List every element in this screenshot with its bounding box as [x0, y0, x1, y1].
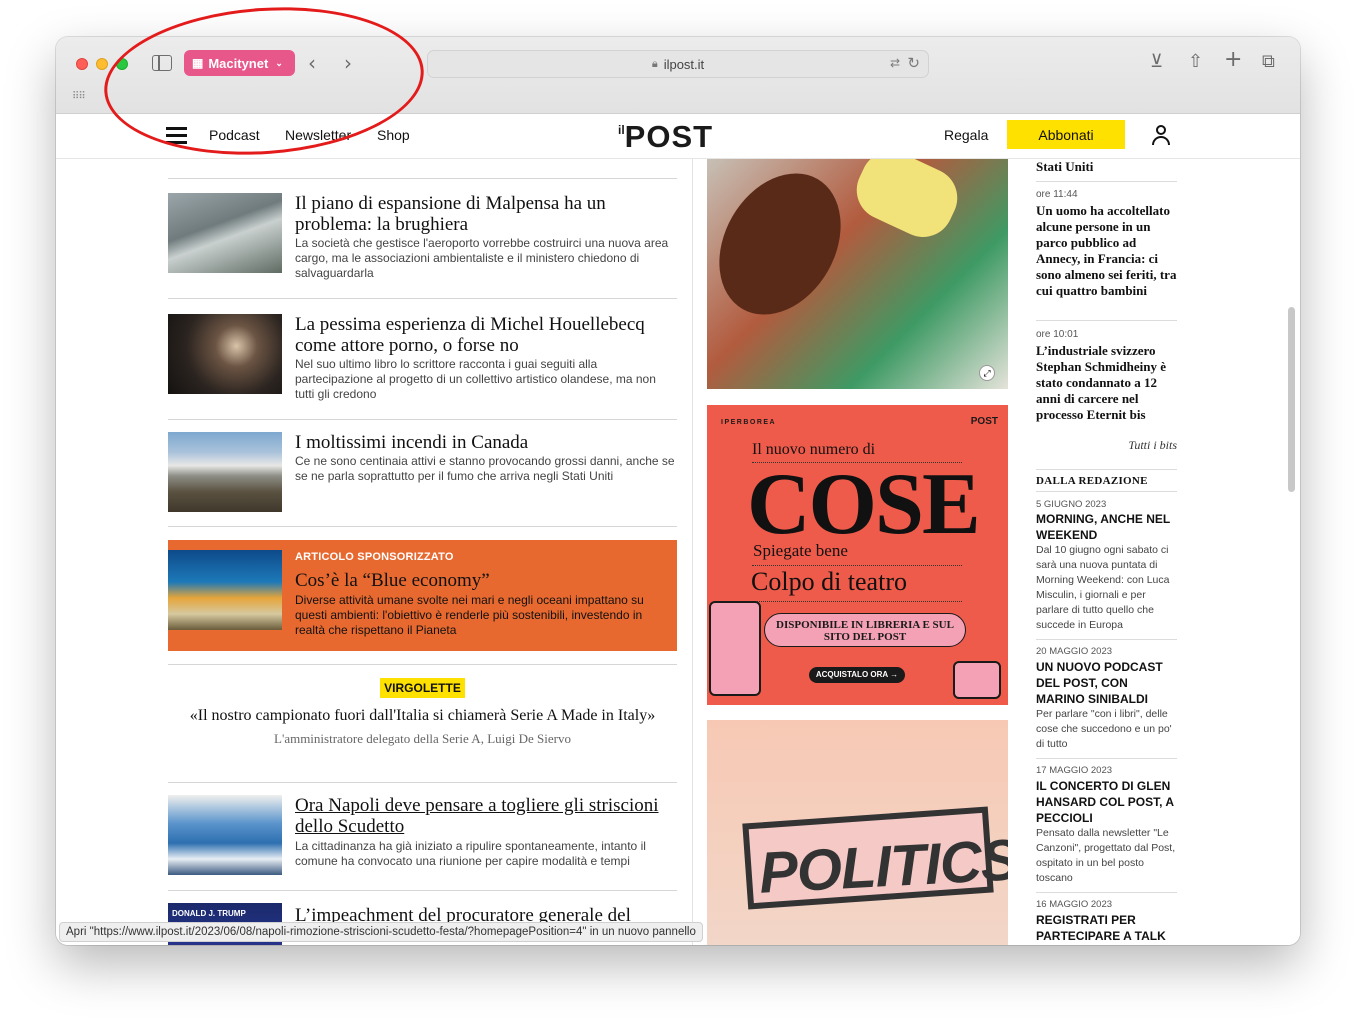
bit-time: ore 10:01	[1036, 329, 1079, 340]
page-scrollbar[interactable]	[1288, 307, 1295, 492]
user-icon[interactable]	[1150, 124, 1172, 146]
divider	[168, 419, 677, 420]
redazione-title[interactable]: UN NUOVO PODCAST DEL POST, CON MARINO SI…	[1036, 659, 1177, 707]
redazione-title[interactable]: MORNING, ANCHE NEL WEEKEND	[1036, 511, 1177, 543]
tab-overview-icon[interactable]: ⧉	[1262, 51, 1275, 72]
virgolette-badge: VIRGOLETTE	[380, 678, 465, 698]
page-content: Il piano di espansione di Malpensa ha un…	[56, 159, 1300, 945]
reload-icon[interactable]: ↻	[907, 54, 920, 72]
article-title[interactable]: La pessima esperienza di Michel Houelleb…	[295, 314, 677, 356]
article-thumbnail[interactable]	[168, 193, 282, 273]
redazione-title[interactable]: IL CONCERTO DI GLEN HANSARD COL POST, A …	[1036, 778, 1177, 826]
browser-window: ▦ Macitynet ⌄ ‹ › 🔒︎ ilpost.it ⇄ ↻ ⊻ ⇧ +…	[56, 37, 1300, 945]
article-description: Nel suo ultimo libro lo scrittore raccon…	[295, 357, 656, 401]
article-thumbnail[interactable]	[168, 432, 282, 512]
illustration	[709, 601, 761, 696]
article-thumbnail[interactable]	[168, 795, 282, 875]
sponsored-article[interactable]: ARTICOLO SPONSORIZZATO Cos’è la “Blue ec…	[168, 540, 677, 651]
ad-cose-spiegate-bene[interactable]: IPERBOREA POST Il nuovo numero di COSE S…	[707, 405, 1008, 705]
redazione-description: Per parlare "con i libri", delle cose ch…	[1036, 708, 1172, 750]
dalla-redazione-heading: DALLA REDAZIONE	[1036, 475, 1148, 487]
lock-icon: 🔒︎	[651, 57, 658, 70]
regala-link[interactable]: Regala	[944, 127, 988, 143]
new-tab-icon[interactable]: +	[1224, 47, 1242, 72]
availability-pill: DISPONIBILE IN LIBRERIA E SUL SITO DEL P…	[764, 613, 966, 647]
address-bar[interactable]: 🔒︎ ilpost.it ⇄ ↻	[427, 50, 929, 78]
article-thumbnail[interactable]	[168, 314, 282, 394]
downloads-icon[interactable]: ⊻	[1150, 51, 1163, 72]
tutti-i-bits-link[interactable]: Tutti i bits	[1128, 438, 1177, 453]
site-logo[interactable]: ilPOST	[618, 119, 713, 155]
minimize-window-button[interactable]	[96, 58, 108, 70]
ad-video-banner[interactable]: ⤢	[707, 159, 1008, 389]
quote-author: L'amministratore delegato della Serie A,…	[274, 731, 571, 746]
column-divider	[692, 159, 693, 945]
divider	[168, 890, 677, 891]
quote-text[interactable]: «Il nostro campionato fuori dall'Italia …	[168, 706, 677, 726]
mute-icon[interactable]: ⤢	[979, 365, 995, 381]
article-title[interactable]: Cos’è la “Blue economy”	[295, 570, 490, 592]
article-title[interactable]: I moltissimi incendi in Canada	[295, 432, 677, 453]
bit-title[interactable]: L’industriale svizzero Stephan Schmidhei…	[1036, 343, 1177, 423]
article-description: Diverse attività umane svolte nei mari e…	[295, 593, 644, 637]
acquistalo-button[interactable]: ACQUISTALO ORA →	[809, 667, 905, 683]
divider	[168, 782, 677, 783]
nav-shop[interactable]: Shop	[377, 127, 410, 143]
redazione-description: Pensato dalla newsletter "Le Canzoni", p…	[1036, 827, 1176, 884]
quote-block[interactable]: VIRGOLETTE «Il nostro campionato fuori d…	[168, 664, 677, 782]
bit-time: ore 11:44	[1036, 189, 1078, 200]
article-title[interactable]: Ora Napoli deve pensare a togliere gli s…	[295, 795, 677, 837]
divider	[168, 178, 677, 179]
article-description: La cittadinanza ha già iniziato a ripuli…	[295, 839, 646, 868]
redazione-description: Dal 10 giugno ogni sabato ci sarà una nu…	[1036, 544, 1170, 631]
url-text: ilpost.it	[663, 56, 705, 72]
article-description: La società che gestisce l'aeroporto vorr…	[295, 236, 669, 280]
article-thumbnail[interactable]	[168, 550, 282, 630]
redazione-date: 20 MAGGIO 2023	[1036, 646, 1113, 657]
ad-politics[interactable]: POLITICS	[707, 720, 1008, 945]
share-icon[interactable]: ⇧	[1188, 51, 1203, 72]
divider	[168, 526, 677, 527]
redazione-date: 16 MAGGIO 2023	[1036, 899, 1113, 910]
redazione-title[interactable]: REGISTRATI PER PARTECIPARE A TALK	[1036, 912, 1177, 944]
bit-title[interactable]: Stati Uniti	[1036, 159, 1177, 175]
close-window-button[interactable]	[76, 58, 88, 70]
abbonati-button[interactable]: Abbonati	[1007, 120, 1125, 149]
grid-icon[interactable]: ⠿⠿	[72, 91, 86, 102]
redazione-date: 5 GIUGNO 2023	[1036, 499, 1107, 510]
link-status-bar: Apri "https://www.ilpost.it/2023/06/08/n…	[59, 922, 703, 942]
illustration	[953, 661, 1001, 699]
bit-title[interactable]: Un uomo ha accoltellato alcune persone i…	[1036, 203, 1177, 299]
translate-icon[interactable]: ⇄	[890, 56, 900, 70]
article-description: Ce ne sono centinaia attivi e stanno pro…	[295, 454, 675, 483]
sponsored-label: ARTICOLO SPONSORIZZATO	[295, 551, 454, 563]
article-title[interactable]: Il piano di espansione di Malpensa ha un…	[295, 193, 677, 235]
divider	[168, 298, 677, 299]
redazione-date: 17 MAGGIO 2023	[1036, 765, 1113, 776]
